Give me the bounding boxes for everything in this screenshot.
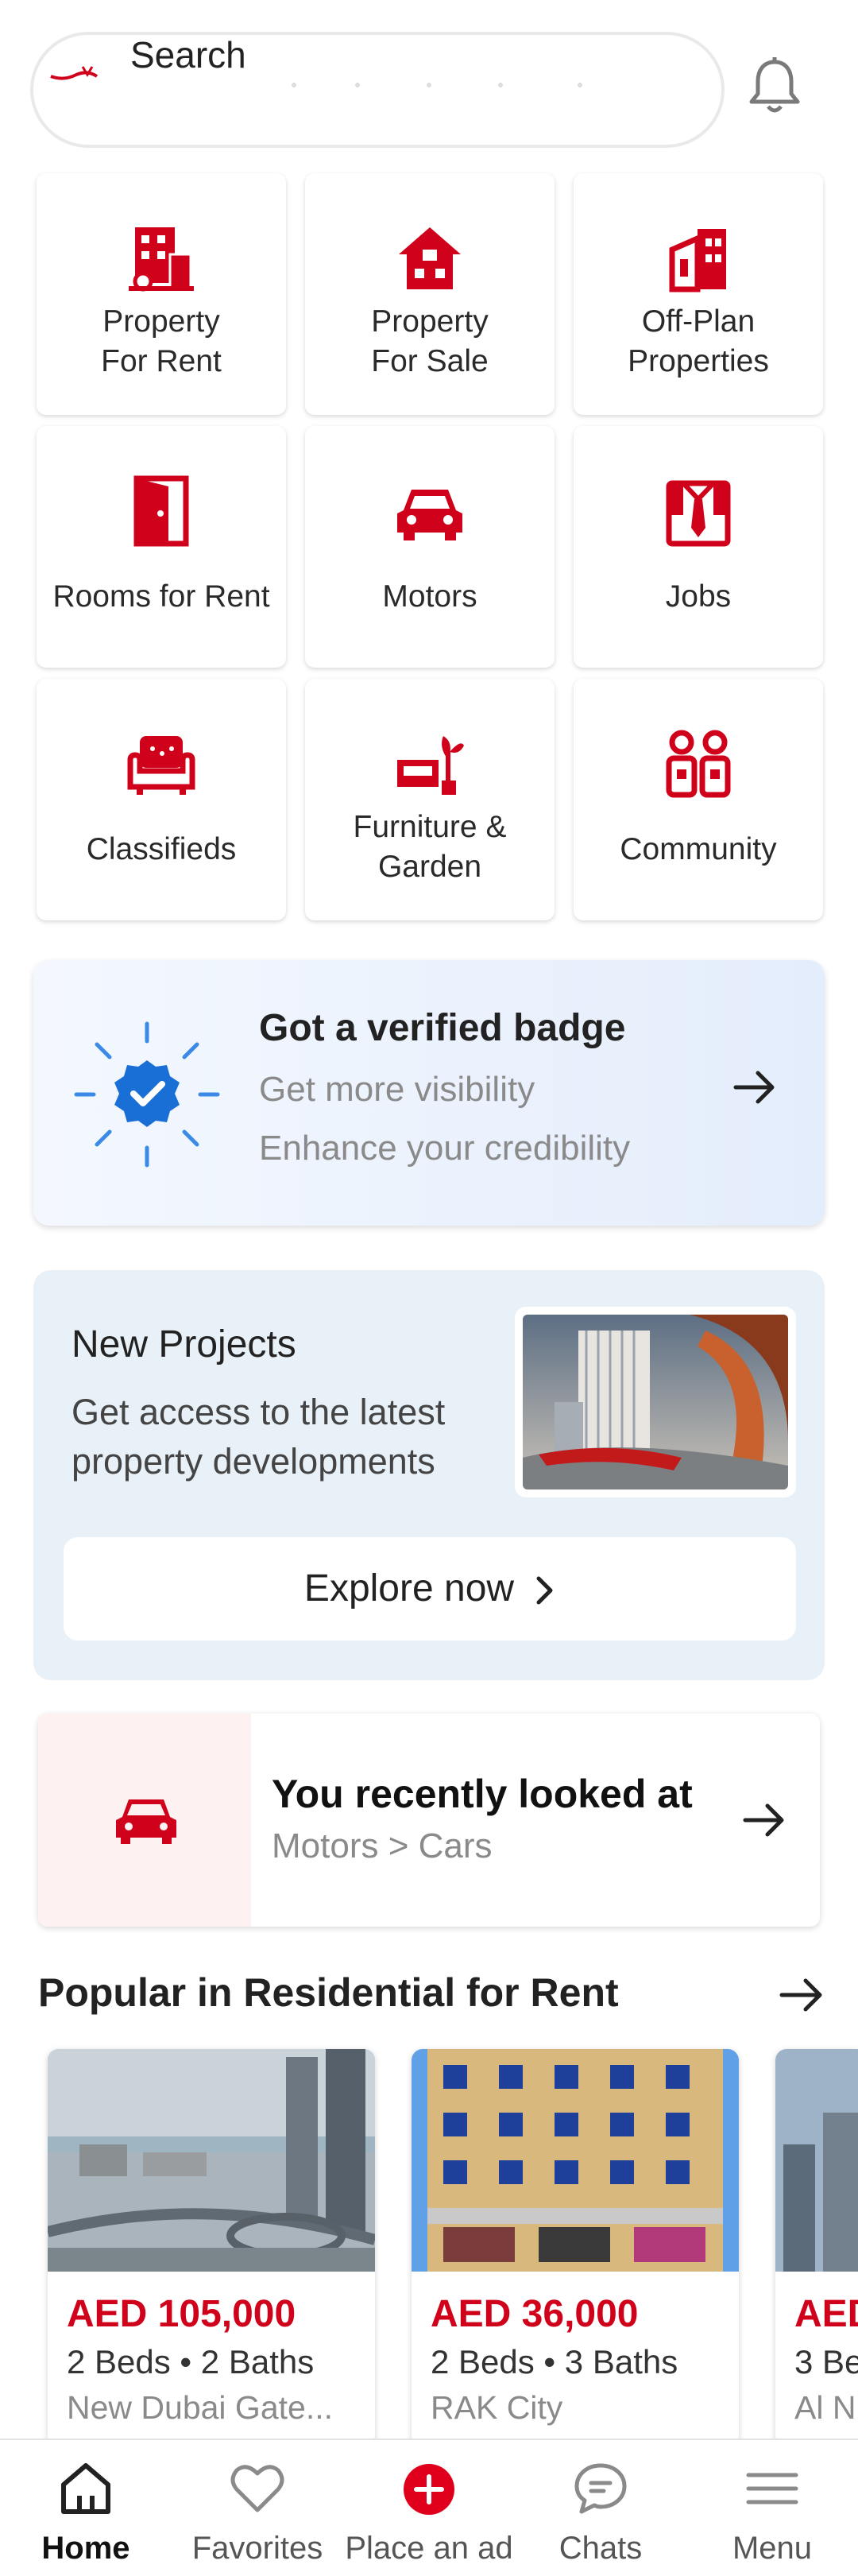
listing-beds-baths: 3 Be	[794, 2343, 858, 2380]
popular-section-title: Popular in Residential for Rent	[38, 1970, 619, 2015]
arrow-right-icon	[733, 1071, 775, 1104]
category-community[interactable]: Community	[574, 679, 823, 920]
bottom-nav: Home Favorites Place an ad Chats Menu	[0, 2438, 858, 2576]
recently-viewed-card[interactable]: You recently looked at Motors > Cars	[38, 1714, 820, 1927]
door-icon	[133, 475, 189, 547]
listing-photo	[48, 2049, 375, 2272]
nav-favorites[interactable]: Favorites	[172, 2440, 343, 2576]
category-motors[interactable]: Motors	[305, 426, 555, 668]
category-rooms-for-rent[interactable]: Rooms for Rent	[37, 426, 286, 668]
armchair-icon	[127, 736, 195, 795]
chevron-right-icon	[536, 1576, 553, 1605]
category-label: For Rent	[101, 344, 222, 378]
nav-place-ad[interactable]: Place an ad	[343, 2440, 515, 2576]
category-classifieds[interactable]: Classifieds	[37, 679, 286, 920]
house-icon	[399, 227, 461, 289]
project-render-image	[523, 1315, 788, 1489]
header: Search	[0, 0, 858, 167]
shirt-tie-icon	[666, 480, 731, 547]
add-circle-icon	[404, 2464, 454, 2515]
listing-location: RAK City	[431, 2389, 563, 2426]
nav-label: Menu	[732, 2531, 813, 2566]
verified-badge-icon	[74, 1021, 220, 1168]
explore-label: Explore now	[303, 1567, 515, 1610]
recent-icon-panel	[38, 1714, 251, 1927]
sofa-plant-icon	[397, 736, 464, 795]
heart-icon	[230, 2465, 284, 2512]
nav-label: Chats	[558, 2531, 643, 2566]
nav-label: Home	[41, 2531, 130, 2566]
nav-menu[interactable]: Menu	[686, 2440, 858, 2576]
category-label: Off-Plan	[641, 304, 756, 339]
offplan-building-icon	[669, 229, 726, 292]
explore-now-button[interactable]: Explore now	[64, 1537, 796, 1641]
category-property-for-rent[interactable]: Property For Rent	[37, 173, 286, 415]
verified-badge-card[interactable]: Got a verified badge Get more visibility…	[33, 960, 825, 1226]
listing-price: AED 36,000	[431, 2293, 639, 2335]
nav-home[interactable]: Home	[0, 2440, 172, 2576]
category-label: Community	[620, 832, 777, 866]
car-icon	[116, 1799, 176, 1844]
nav-label: Favorites	[191, 2531, 323, 2566]
home-icon	[61, 2463, 110, 2514]
verified-line: Enhance your credibility	[259, 1129, 631, 1168]
listing-photo	[775, 2049, 858, 2272]
category-property-for-sale[interactable]: Property For Sale	[305, 173, 555, 415]
nav-label: Place an ad	[345, 2531, 513, 2566]
listing-price: AED	[794, 2293, 858, 2335]
category-label: Motors	[382, 579, 477, 614]
dubizzle-logo-icon	[50, 66, 99, 80]
listing-location: Al N	[794, 2389, 856, 2426]
category-off-plan[interactable]: Off-Plan Properties	[574, 173, 823, 415]
verified-line: Get more visibility	[259, 1070, 535, 1109]
recent-subtitle: Motors > Cars	[272, 1826, 493, 1865]
car-icon	[397, 490, 462, 540]
category-label: Furniture &	[353, 810, 507, 844]
category-label: Property	[371, 304, 489, 339]
listing-card[interactable]: AED 3 Be Al N	[775, 2049, 858, 2446]
category-label: Properties	[628, 344, 769, 378]
project-image	[515, 1307, 796, 1497]
projects-subtitle: Get access to the latest property develo…	[72, 1392, 446, 1482]
listing-card[interactable]: AED 105,000 2 Beds • 2 Baths New Dubai G…	[48, 2049, 375, 2446]
category-label: For Sale	[371, 344, 489, 378]
category-label: Jobs	[665, 579, 732, 614]
category-label: Classifieds	[86, 832, 237, 866]
building-icon	[129, 227, 194, 292]
nav-chats[interactable]: Chats	[515, 2440, 686, 2576]
listing-card[interactable]: AED 36,000 2 Beds • 3 Baths RAK City	[412, 2049, 739, 2446]
arrow-right-icon[interactable]	[779, 1978, 825, 2012]
category-furniture-garden[interactable]: Furniture & Garden	[305, 679, 555, 920]
category-label: Rooms for Rent	[52, 579, 270, 614]
category-label: Garden	[377, 850, 482, 884]
recent-title: You recently looked at	[272, 1772, 693, 1816]
search-placeholder[interactable]: Search	[130, 33, 246, 76]
category-label: Property	[102, 304, 220, 339]
listing-beds-baths: 2 Beds • 3 Baths	[431, 2343, 678, 2380]
listing-location: New Dubai Gate...	[67, 2389, 333, 2426]
verified-title: Got a verified badge	[259, 1007, 626, 1049]
chat-icon	[574, 2463, 627, 2514]
arrow-right-icon	[743, 1803, 784, 1837]
hamburger-menu-icon	[746, 2473, 798, 2504]
search-hint-dots	[292, 83, 582, 87]
people-icon	[666, 730, 731, 798]
listing-photo	[412, 2049, 739, 2272]
listing-beds-baths: 2 Beds • 2 Baths	[67, 2343, 315, 2380]
new-projects-card: New Projects Get access to the latest pr…	[33, 1270, 825, 1680]
category-jobs[interactable]: Jobs	[574, 426, 823, 668]
projects-title: New Projects	[72, 1323, 296, 1365]
listing-price: AED 105,000	[67, 2293, 296, 2335]
bell-icon[interactable]	[747, 56, 802, 116]
